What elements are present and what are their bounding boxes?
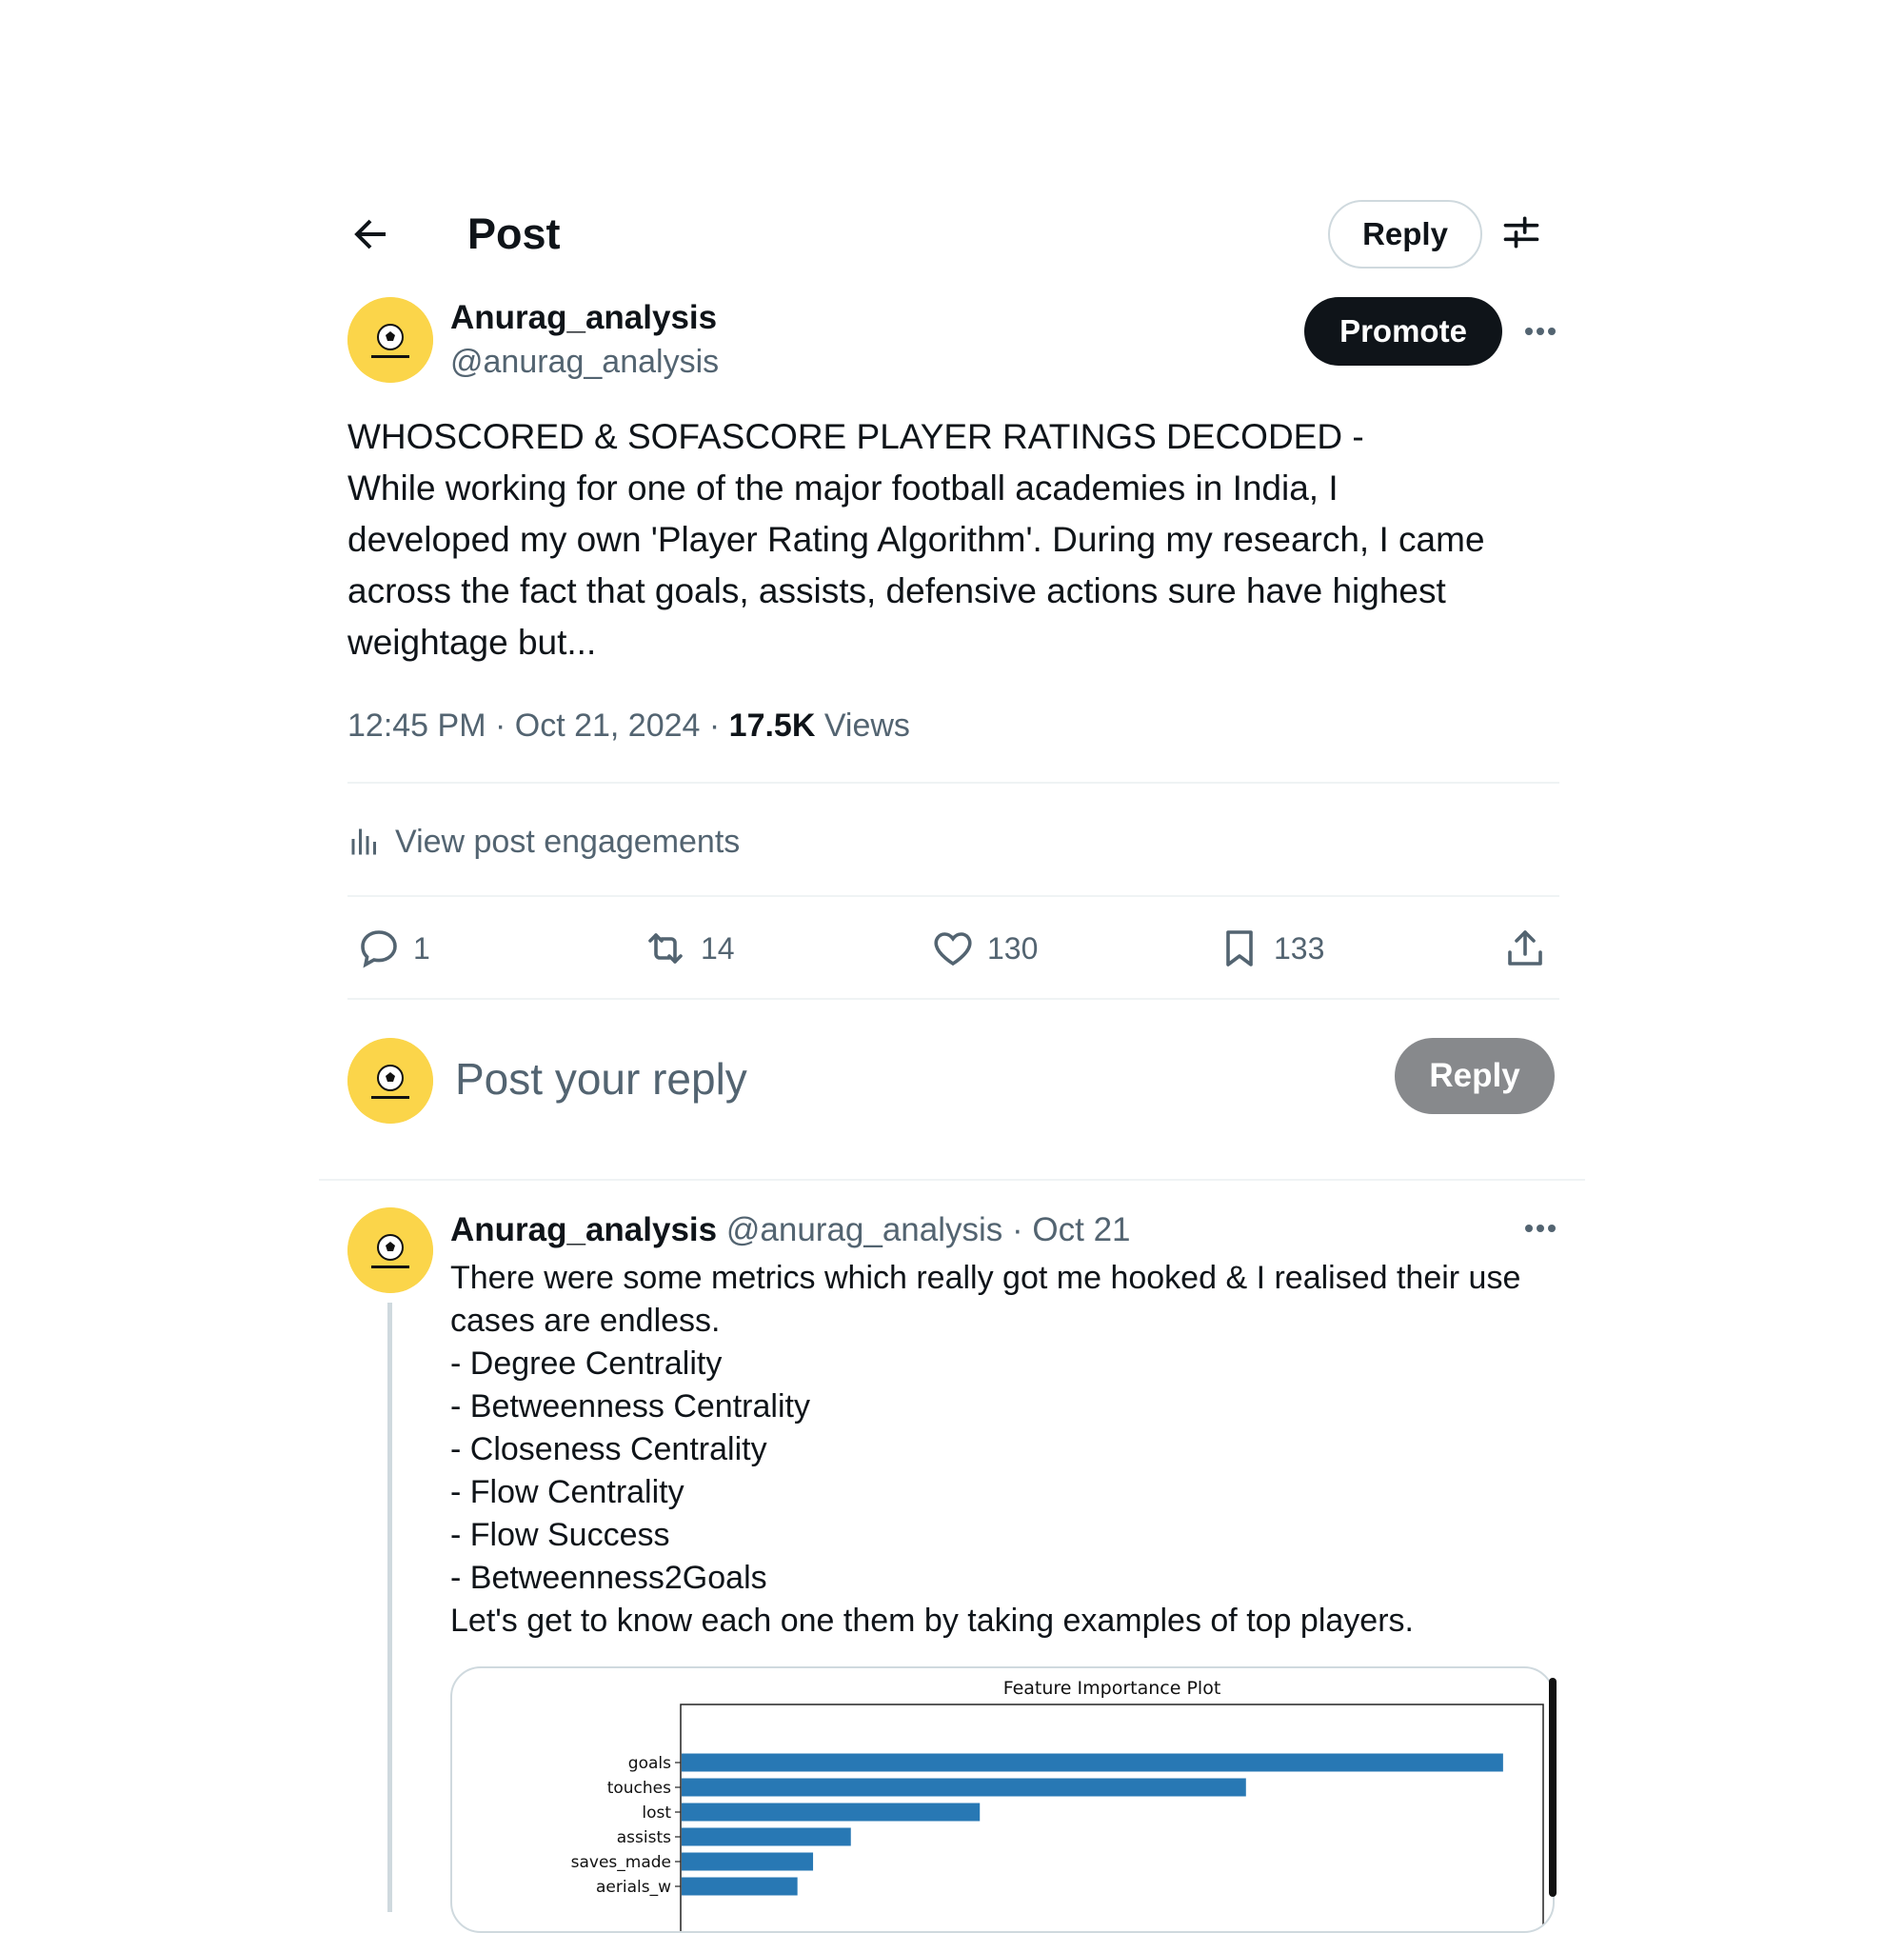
media-scroll-edge (1549, 1678, 1557, 1897)
heart-icon (930, 926, 976, 971)
repost-count: 14 (701, 930, 735, 966)
like-action[interactable]: 130 (930, 922, 1038, 975)
thread-text-line: - Flow Centrality (450, 1474, 684, 1510)
thread-text-line: - Betweenness2Goals (450, 1560, 767, 1596)
avatar[interactable] (347, 1038, 433, 1124)
thread-text-line: - Betweenness Centrality (450, 1388, 810, 1425)
post-text-line: across the fact that goals, assists, def… (347, 571, 1446, 610)
post-text-line: weightage but... (347, 623, 597, 662)
post-meta: 12:45 PM · Oct 21, 2024 · 17.5K Views (347, 703, 910, 748)
back-arrow-icon[interactable] (347, 211, 393, 257)
view-engagements-link[interactable]: View post engagements (347, 817, 740, 867)
bookmark-action[interactable]: 133 (1217, 922, 1324, 975)
bookmark-count: 133 (1274, 930, 1325, 966)
divider (347, 782, 1559, 784)
thread-text: There were some metrics which really got… (450, 1257, 1520, 1643)
separator-dot: · (700, 707, 729, 744)
y-tick-label: assists (617, 1828, 671, 1847)
thread-date[interactable]: Oct 21 (1032, 1211, 1130, 1248)
reply-submit-button[interactable]: Reply (1395, 1038, 1555, 1114)
views-spacer (815, 707, 823, 744)
media-image-card[interactable]: Feature Importance Plot goals touches lost… (450, 1666, 1555, 1933)
thread-text-line: There were some metrics which really got… (450, 1260, 1521, 1296)
thread-text-line: - Flow Success (450, 1517, 670, 1553)
y-tick-label: goals (628, 1754, 671, 1773)
reply-input[interactable] (453, 1047, 1066, 1110)
separator-dot: · (486, 707, 515, 744)
like-count: 130 (987, 930, 1039, 966)
post-time[interactable]: 12:45 PM (347, 707, 486, 744)
divider (347, 895, 1559, 897)
share-upload-icon (1502, 926, 1548, 971)
bookmark-icon (1217, 926, 1262, 971)
repost-action[interactable]: 14 (642, 922, 735, 975)
y-tick-label: saves_made (571, 1853, 671, 1872)
reply-action[interactable]: 1 (356, 922, 430, 975)
bar-goals (682, 1753, 1503, 1772)
more-options-icon[interactable] (1521, 314, 1559, 349)
header-reply-button[interactable]: Reply (1328, 200, 1482, 269)
share-action[interactable] (1502, 922, 1548, 975)
page-title: Post (467, 209, 561, 258)
thread-text-line: Let's get to know each one them by takin… (450, 1603, 1414, 1639)
post-date[interactable]: Oct 21, 2024 (515, 707, 701, 744)
more-options-icon[interactable] (1521, 1211, 1559, 1245)
reply-count: 1 (413, 930, 430, 966)
divider (347, 998, 1559, 1000)
post-text: WHOSCORED & SOFASCORE PLAYER RATINGS DEC… (347, 411, 1566, 668)
thread-author-name[interactable]: Anurag_analysis (450, 1211, 717, 1248)
author-handle[interactable]: @anurag_analysis (450, 341, 719, 383)
post-text-line: WHOSCORED & SOFASCORE PLAYER RATINGS DEC… (347, 417, 1364, 456)
thread-text-line: - Closeness Centrality (450, 1431, 767, 1467)
thread-text-line: cases are endless. (450, 1303, 721, 1339)
thread-connector-line (387, 1303, 392, 1912)
bar-aerials-w (682, 1877, 798, 1896)
chart-title: Feature Importance Plot (1003, 1678, 1221, 1699)
filter-sliders-icon[interactable] (1500, 211, 1542, 253)
y-tick-label: lost (642, 1803, 671, 1823)
y-tick-label: touches (607, 1779, 671, 1798)
bar-touches (682, 1778, 1246, 1797)
section-divider (319, 1179, 1585, 1181)
separator-dot: · (1002, 1211, 1033, 1248)
avatar[interactable] (347, 1207, 433, 1293)
repost-icon (642, 926, 689, 971)
thread-author-handle[interactable]: @anurag_analysis (726, 1211, 1002, 1248)
author-name[interactable]: Anurag_analysis (450, 297, 717, 339)
bar-lost (682, 1803, 981, 1822)
promote-button[interactable]: Promote (1304, 297, 1502, 366)
thread-text-line: - Degree Centrality (450, 1345, 723, 1382)
bar-saves-made (682, 1852, 814, 1871)
thread-header: Anurag_analysis @anurag_analysis · Oct 2… (450, 1209, 1131, 1251)
view-engagements-label: View post engagements (395, 823, 741, 860)
post-text-line: developed my own 'Player Rating Algorith… (347, 520, 1485, 559)
analytics-bars-icon (347, 825, 382, 859)
bar-assists (682, 1827, 851, 1846)
views-label: Views (823, 707, 910, 744)
y-tick-label: aerials_w (596, 1878, 671, 1897)
comment-icon (356, 926, 402, 971)
feature-importance-chart: Feature Importance Plot goals touches lost… (571, 1678, 1544, 1931)
avatar[interactable] (347, 297, 433, 383)
post-text-line: While working for one of the major footb… (347, 468, 1339, 508)
views-count: 17.5K (728, 707, 816, 744)
